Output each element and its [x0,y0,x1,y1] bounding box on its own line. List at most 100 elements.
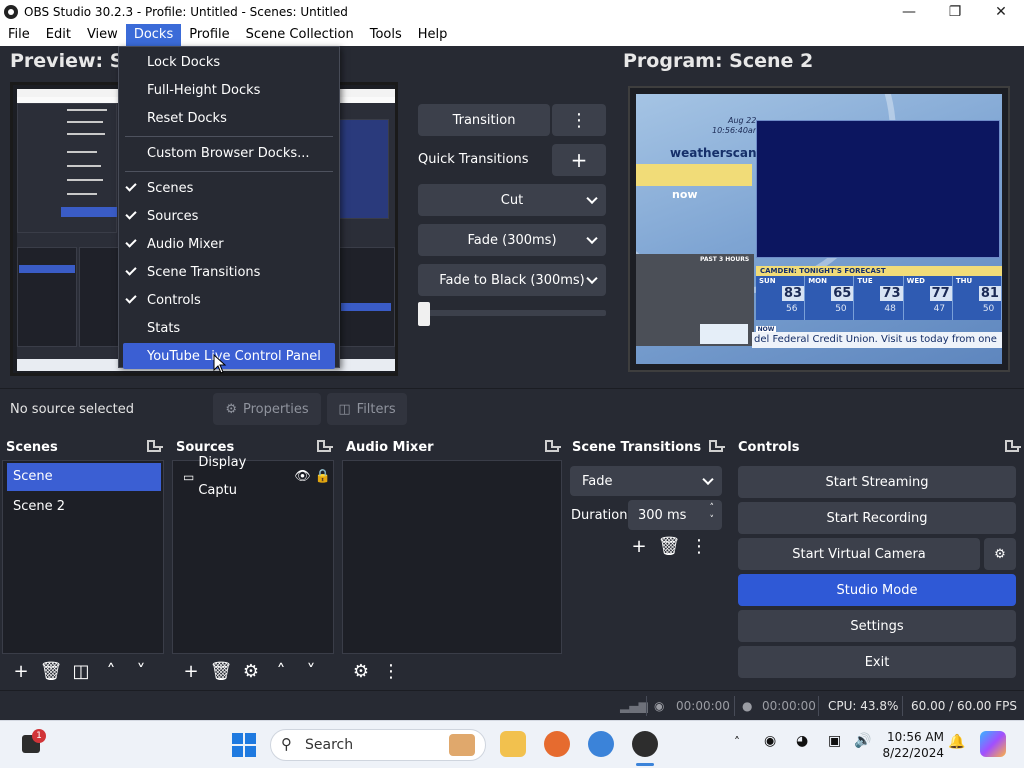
mini-sources-dock [79,247,119,347]
copilot-icon[interactable] [980,731,1006,757]
docks-menu-item[interactable]: Scene Transitions [119,259,339,285]
start-streaming-button[interactable]: Start Streaming [738,466,1016,498]
trash-icon[interactable]: 🗑 [206,657,236,685]
controls-dock: Controls Start Streaming Start Recording… [732,434,1024,686]
float-dock-icon[interactable] [545,440,561,452]
start-recording-button[interactable]: Start Recording [738,502,1016,534]
docks-menu-item-label: YouTube Live Control Panel [147,348,321,364]
quick-transition-fade-black[interactable]: Fade to Black (300ms) [418,264,606,296]
mini-selected-item [61,207,117,217]
filter-icon[interactable]: ◫ [66,657,96,685]
studio-mode-button[interactable]: Studio Mode [738,574,1016,606]
filters-button[interactable]: ◫ Filters [327,393,407,425]
minimize-icon[interactable]: — [886,0,932,24]
menu-help[interactable]: Help [410,24,456,46]
menu-file[interactable]: File [0,24,38,46]
add-quick-transition-icon[interactable]: + [552,144,606,176]
float-dock-icon[interactable] [317,440,333,452]
forecast-day: MON 65 50 [805,276,855,320]
scene-transitions-toolbar: + 🗑 ⋮ [624,532,714,560]
program-canvas[interactable]: Aug 22 10:56:40am weatherscan now PAST 3… [628,86,1010,372]
docks-menu-item[interactable]: Custom Browser Docks... [119,140,339,166]
source-item[interactable]: ▭ Display Captu 👁 🔒 [177,455,331,498]
chevron-down-icon[interactable]: ˅ [126,657,156,685]
settings-button[interactable]: Settings [738,610,1016,642]
docks-menu-item[interactable]: Lock Docks [119,49,339,75]
more-icon[interactable]: ⋮ [684,532,714,560]
docks-menu-item[interactable]: Stats [119,315,339,341]
gear-icon[interactable]: ⚙ [236,657,266,685]
volume-icon[interactable]: 🔊 [854,733,871,749]
weather-now: now [672,188,698,201]
more-icon[interactable]: ⋮ [376,657,406,685]
scene-item[interactable]: Scene 2 [7,493,161,521]
taskbar-clock[interactable]: 10:56 AM 8/22/2024 [880,729,944,761]
docks-menu-item[interactable]: YouTube Live Control Panel [123,343,335,369]
transition-select[interactable]: Fade [570,466,722,496]
windows-start-icon[interactable] [232,733,256,757]
virtual-camera-gear-icon[interactable]: ⚙ [984,538,1016,570]
quick-transition-cut[interactable]: Cut [418,184,606,216]
menu-profile[interactable]: Profile [181,24,237,46]
add-icon[interactable]: + [624,532,654,560]
lock-icon[interactable]: 🔒 [315,463,331,491]
float-dock-icon[interactable] [147,440,163,452]
obs-taskbar-icon[interactable] [632,731,658,757]
docks-menu-item[interactable]: Reset Docks [119,105,339,131]
menu-scene-collection[interactable]: Scene Collection [238,24,362,46]
transition-slider-handle[interactable] [418,302,430,326]
menu-view[interactable]: View [79,24,126,46]
tray-display-icon[interactable]: ▣ [828,733,841,749]
close-icon[interactable]: ✕ [978,0,1024,24]
stream-time: 00:00:00 [676,699,730,713]
docks-menu-item[interactable]: Controls [119,287,339,313]
transition-slider-track[interactable] [418,310,606,316]
mouse-cursor-icon [213,354,227,374]
float-dock-icon[interactable] [709,440,725,452]
tray-obs-icon[interactable]: ◉ [764,733,776,749]
clock-time: 10:56 AM [887,730,944,744]
docks-menu-item[interactable]: Scenes [119,175,339,201]
file-explorer-icon[interactable] [500,731,526,757]
forecast-high: 77 [929,286,952,301]
source-item-label: Display Captu [198,455,247,498]
eye-icon[interactable]: 👁 [294,463,311,491]
chevron-down-icon [586,192,598,205]
properties-button[interactable]: ⚙ Properties [213,393,321,425]
spin-up-icon[interactable]: ˄ [710,503,715,513]
chevron-up-icon[interactable]: ˄ [96,657,126,685]
bell-icon[interactable]: 🔔 [948,734,965,750]
menu-edit[interactable]: Edit [38,24,79,46]
forecast-low: 50 [835,304,847,314]
float-dock-icon[interactable] [1005,440,1021,452]
scene-item[interactable]: Scene [7,463,161,491]
docks-menu-item[interactable]: Audio Mixer [119,231,339,257]
transition-more-icon[interactable]: ⋮ [552,104,606,136]
weather-date: Aug 22 [728,116,757,125]
trash-icon[interactable]: 🗑 [654,532,684,560]
taskbar-search-box[interactable]: ⚲ Search [270,729,486,761]
transition-button[interactable]: Transition [418,104,550,136]
chevron-down-icon[interactable]: ˅ [296,657,326,685]
menu-tools[interactable]: Tools [362,24,410,46]
advanced-audio-gear-icon[interactable]: ⚙ [346,657,376,685]
docks-menu-item-label: Stats [147,320,181,336]
spin-down-icon[interactable]: ˅ [710,515,715,525]
firefox-icon[interactable] [544,731,570,757]
controls-header: Controls [732,434,1024,460]
start-virtual-camera-button[interactable]: Start Virtual Camera [738,538,980,570]
duration-spinbox[interactable]: 300 ms ˄ ˅ [628,500,722,530]
add-icon[interactable]: + [6,657,36,685]
docks-menu-item[interactable]: Full-Height Docks [119,77,339,103]
add-icon[interactable]: + [176,657,206,685]
chrome-icon[interactable] [588,731,614,757]
menu-docks[interactable]: Docks [125,24,182,46]
tray-edge-icon[interactable]: ◕ [796,733,808,749]
tray-chevron-up-icon[interactable]: ˄ [734,735,740,749]
maximize-icon[interactable]: ❐ [932,0,978,24]
quick-transition-fade[interactable]: Fade (300ms) [418,224,606,256]
exit-button[interactable]: Exit [738,646,1016,678]
chevron-up-icon[interactable]: ˄ [266,657,296,685]
trash-icon[interactable]: 🗑 [36,657,66,685]
docks-menu-item[interactable]: Sources [119,203,339,229]
